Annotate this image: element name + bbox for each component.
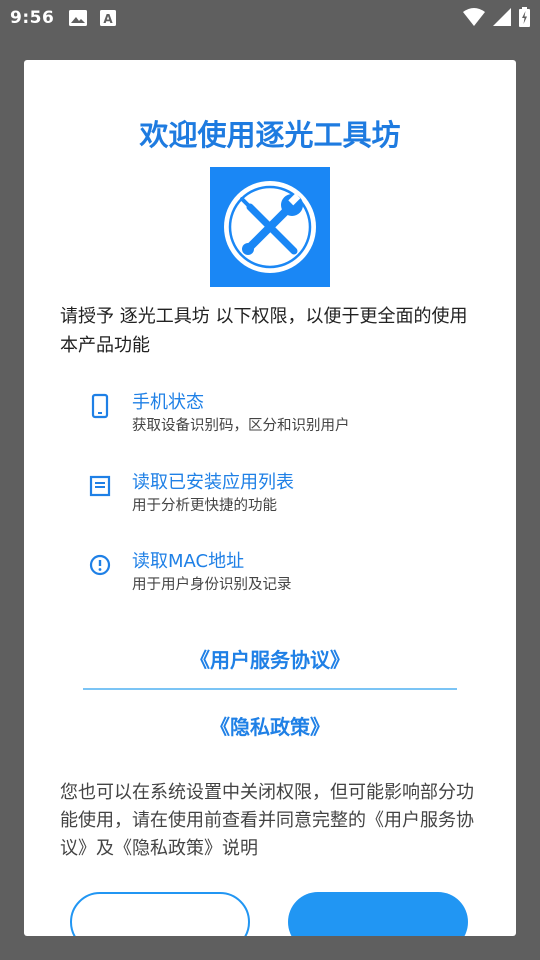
divider	[83, 688, 457, 690]
font-icon: A	[100, 10, 117, 26]
wifi-icon	[463, 8, 485, 30]
permission-title: 手机状态	[132, 392, 204, 413]
user-agreement-link[interactable]: 《用户服务协议》	[24, 644, 516, 673]
info-icon	[89, 554, 111, 576]
permission-title: 读取MAC地址	[132, 551, 245, 572]
privacy-policy-link[interactable]: 《隐私政策》	[24, 711, 516, 740]
status-time: 9:56	[10, 8, 55, 28]
svg-text:A: A	[104, 12, 114, 26]
wrench-screwdriver-icon	[210, 167, 330, 287]
permission-desc: 用于分析更快捷的功能	[132, 498, 277, 514]
permission-dialog: 欢迎使用逐光工具坊 请授予 逐光工具坊 以下权限，以便于更全面的使用本产品功能 …	[24, 60, 516, 936]
permission-title: 读取已安装应用列表	[132, 472, 294, 493]
agree-button[interactable]	[288, 892, 468, 936]
note-text: 您也可以在系统设置中关闭权限，但可能影响部分功能使用，请在使用前查看并同意完整的…	[60, 782, 474, 859]
permission-desc: 用于用户身份识别及记录	[132, 577, 292, 593]
reject-button[interactable]	[70, 892, 250, 936]
battery-icon	[519, 7, 530, 31]
dialog-title: 欢迎使用逐光工具坊	[139, 118, 401, 152]
status-bar: 9:56 A	[0, 0, 540, 36]
intro-text: 请授予 逐光工具坊 以下权限，以便于更全面的使用本产品功能	[60, 306, 468, 356]
permission-desc: 获取设备识别码，区分和识别用户	[132, 418, 350, 434]
signal-icon	[493, 8, 511, 30]
list-icon	[89, 475, 111, 497]
phone-icon	[91, 393, 109, 419]
image-icon	[68, 9, 88, 27]
